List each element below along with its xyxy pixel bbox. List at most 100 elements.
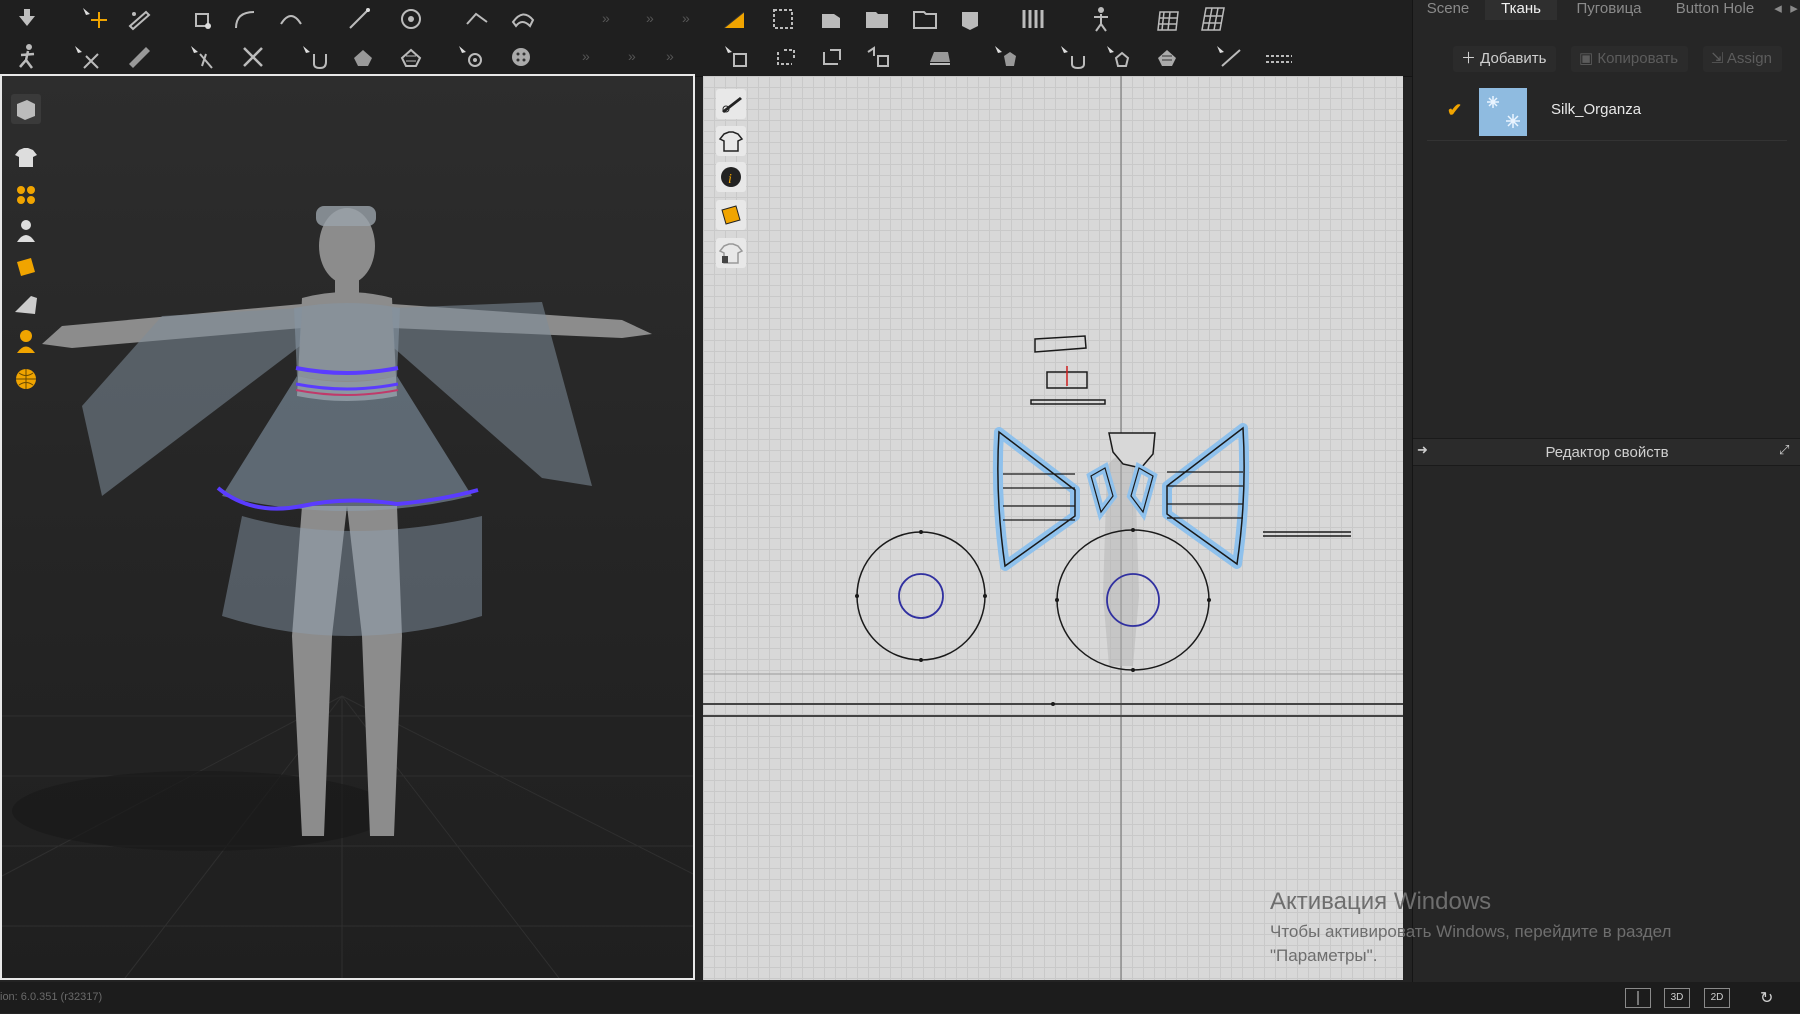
select-mesh-icon[interactable]: [72, 42, 102, 72]
fabric-thumbnail[interactable]: [1479, 88, 1527, 136]
add-fabric-button[interactable]: ＋ Добавить: [1453, 46, 1557, 72]
organza-dress[interactable]: [82, 302, 592, 636]
plus-icon: ＋: [1461, 50, 1481, 67]
tab-button-hole[interactable]: Button Hole: [1661, 0, 1769, 20]
tack-icon[interactable]: [348, 42, 378, 72]
toolbar-overflow-3[interactable]: »: [682, 10, 692, 28]
edit-point-icon[interactable]: [186, 4, 216, 34]
tab-fabric[interactable]: Ткань: [1485, 0, 1557, 20]
internal-polygon-icon[interactable]: [862, 4, 892, 34]
undock-icon[interactable]: ⤢: [1779, 442, 1789, 458]
object-browser-panel: Scene Ткань Пуговица Button Hole ◂ ▸ ＋ Д…: [1412, 0, 1800, 1013]
measure-line-icon[interactable]: [1264, 42, 1294, 72]
version-label: ion: 6.0.351 (r32317): [0, 991, 103, 1003]
texture-mode-icon[interactable]: [11, 252, 41, 282]
simulation-icon[interactable]: [300, 42, 330, 72]
watermark-line-3: "Параметры".: [1270, 946, 1378, 965]
view-2d-button[interactable]: 2D: [1704, 988, 1730, 1008]
main-toolbar-row-1: » » »: [0, 0, 1412, 39]
checkmark-icon: ✔: [1447, 100, 1463, 120]
texture-2d-icon[interactable]: [716, 200, 746, 230]
avatar[interactable]: [42, 208, 652, 836]
environment-icon[interactable]: [11, 364, 41, 394]
measure-icon[interactable]: [1104, 42, 1134, 72]
copy-icon: ▣: [1579, 50, 1598, 67]
3d-viewport[interactable]: [0, 74, 695, 980]
texture-icon[interactable]: [1198, 4, 1228, 34]
headband: [316, 206, 376, 226]
grid-3d-icon[interactable]: [1152, 4, 1182, 34]
curvature-icon[interactable]: [276, 4, 306, 34]
show-avatar-icon[interactable]: [11, 216, 41, 246]
rectangle-icon[interactable]: [768, 4, 798, 34]
toolbar-overflow-4[interactable]: »: [582, 48, 592, 66]
tape-icon[interactable]: [396, 42, 426, 72]
fabric-render-icon[interactable]: [11, 290, 41, 320]
toolbar-overflow-5[interactable]: »: [628, 48, 638, 66]
tab-scroll-right-icon[interactable]: ▸: [1787, 0, 1800, 20]
polygon-icon[interactable]: [720, 4, 750, 34]
free-sewing-icon[interactable]: [770, 42, 800, 72]
toolbar-overflow-6[interactable]: »: [666, 48, 676, 66]
trim-icon[interactable]: [992, 42, 1022, 72]
sewing-check-icon[interactable]: [816, 42, 846, 72]
avatar-icon[interactable]: [956, 4, 986, 34]
grid-icon[interactable]: [1018, 4, 1048, 34]
dart-icon[interactable]: [910, 4, 940, 34]
show-garment-icon[interactable]: [11, 142, 41, 172]
assign-fabric-button[interactable]: ⇲ Assign: [1703, 46, 1782, 72]
2d-pattern-viewport[interactable]: i: [703, 76, 1403, 980]
button-tool-icon[interactable]: [1152, 42, 1182, 72]
status-bar: ion: 6.0.351 (r32317): [0, 982, 1800, 1013]
fold-arrange-icon[interactable]: [124, 42, 154, 72]
segment-icon[interactable]: [344, 4, 374, 34]
avatar-pose-icon[interactable]: [12, 42, 42, 72]
avatar-pose-icon[interactable]: [1086, 4, 1116, 34]
tab-button[interactable]: Пуговица: [1559, 0, 1659, 20]
fabric-name[interactable]: Silk_Organza: [1551, 101, 1641, 118]
iron-icon[interactable]: [862, 42, 892, 72]
segment-sewing-icon[interactable]: [722, 42, 752, 72]
show-points-icon[interactable]: [11, 180, 41, 210]
cut-icon[interactable]: [238, 42, 268, 72]
avatar-skin-icon[interactable]: [11, 326, 41, 356]
svg-text:i: i: [728, 172, 732, 187]
button-icon[interactable]: [456, 42, 486, 72]
pin-icon[interactable]: [188, 42, 218, 72]
3d-scene[interactable]: [2, 76, 695, 980]
copy-fabric-button[interactable]: ▣ Копировать: [1571, 46, 1689, 72]
refresh-icon[interactable]: ↻: [1760, 988, 1780, 1008]
show-pattern-icon[interactable]: [716, 89, 746, 119]
pattern-canvas[interactable]: [703, 76, 1403, 980]
ruler-icon[interactable]: [1214, 42, 1244, 72]
move-pointer-icon[interactable]: [80, 4, 110, 34]
view-3d-button[interactable]: 3D: [1664, 988, 1690, 1008]
watermark-line-2: Чтобы активировать Windows, перейдите в …: [1270, 922, 1672, 941]
windows-activation-watermark: Активация Windows Чтобы активировать Win…: [1270, 888, 1790, 966]
fabric-list-item[interactable]: ✔ Silk_Organza: [1427, 86, 1787, 141]
show-garment-2d-icon[interactable]: [716, 126, 746, 156]
info-icon[interactable]: i: [716, 162, 746, 192]
avatar-shadow: [12, 771, 392, 851]
lock-garment-icon[interactable]: [716, 238, 746, 268]
trace-icon[interactable]: [462, 4, 492, 34]
toolbar-overflow-1[interactable]: »: [602, 10, 612, 28]
fold-icon[interactable]: [396, 4, 426, 34]
assign-icon: ⇲: [1711, 50, 1727, 67]
main-toolbar-row-2: » » »: [0, 38, 1412, 77]
arrow-down-icon[interactable]: [12, 4, 42, 34]
small-patterns[interactable]: [1030, 335, 1106, 405]
tack-2d-icon[interactable]: [924, 42, 954, 72]
3d-view-box-icon[interactable]: [11, 94, 41, 124]
ellipse-icon[interactable]: [816, 4, 846, 34]
toolbar-overflow-2[interactable]: »: [646, 10, 656, 28]
tab-scroll-left-icon[interactable]: ◂: [1771, 0, 1785, 20]
property-editor-title: Редактор свойств: [1545, 444, 1669, 461]
split-view-icon[interactable]: [1625, 988, 1651, 1008]
buttonhole-icon[interactable]: [506, 42, 536, 72]
tab-scene[interactable]: Scene: [1413, 0, 1483, 20]
zipper-icon[interactable]: [1058, 42, 1088, 72]
edit-pattern-icon[interactable]: [124, 4, 154, 34]
pattern-arrange-icon[interactable]: [508, 4, 538, 34]
edit-curve-icon[interactable]: [230, 4, 260, 34]
